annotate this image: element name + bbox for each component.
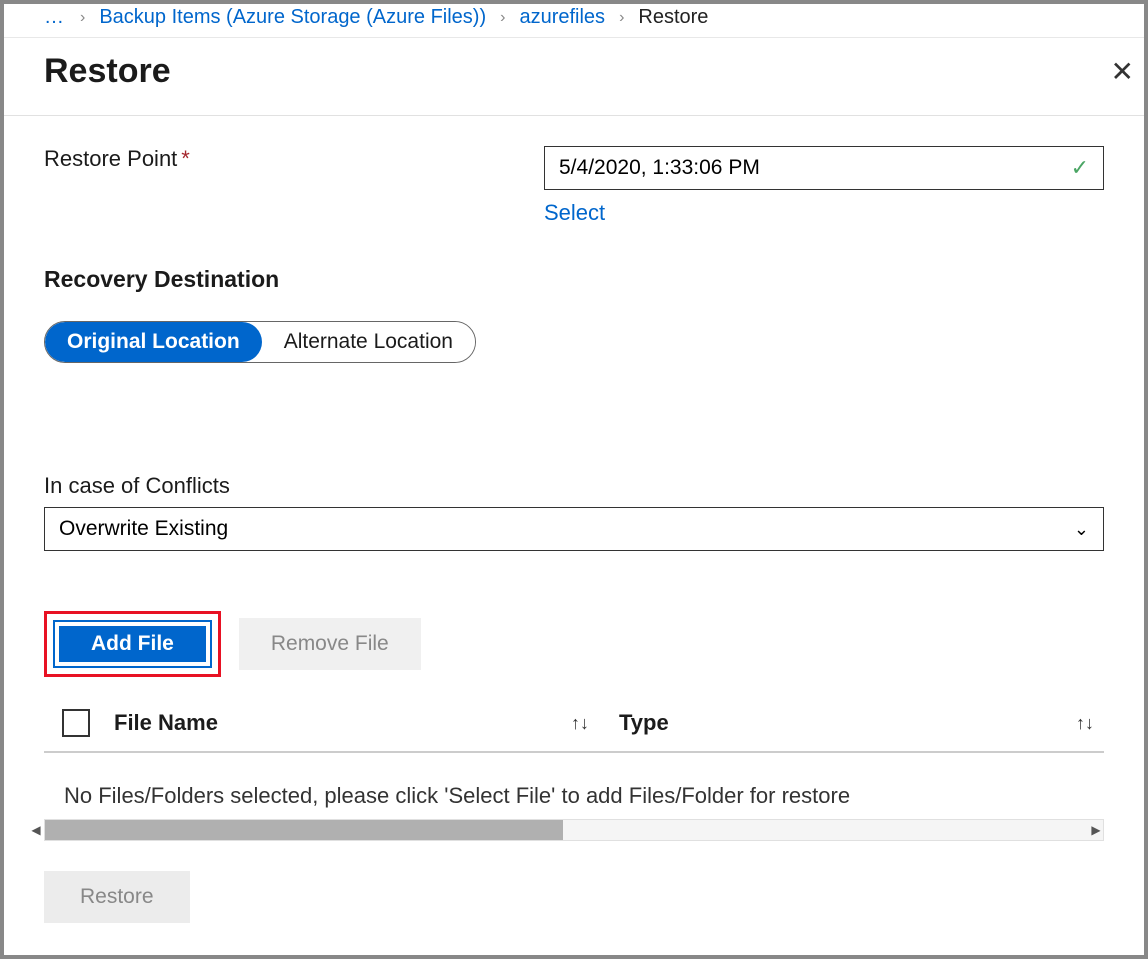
- chevron-right-icon: ›: [500, 9, 505, 27]
- sort-icon[interactable]: ↑↓: [1076, 713, 1094, 734]
- filename-column-header[interactable]: File Name: [114, 710, 218, 736]
- conflicts-dropdown[interactable]: Overwrite Existing ⌄: [44, 507, 1104, 551]
- restore-point-input[interactable]: 5/4/2020, 1:33:06 PM ✓: [544, 146, 1104, 190]
- add-file-highlight: Add File: [44, 611, 221, 677]
- recovery-location-toggle: Original Location Alternate Location: [44, 321, 476, 363]
- remove-file-button: Remove File: [239, 618, 421, 670]
- page-header: Restore ✕: [4, 38, 1144, 116]
- breadcrumb-backup-items[interactable]: Backup Items (Azure Storage (Azure Files…: [99, 6, 486, 29]
- type-column-header[interactable]: Type: [619, 710, 669, 736]
- recovery-destination-label: Recovery Destination: [44, 266, 1104, 293]
- breadcrumb-azurefiles[interactable]: azurefiles: [519, 6, 605, 29]
- chevron-down-icon: ⌄: [1074, 519, 1089, 540]
- empty-files-message: No Files/Folders selected, please click …: [44, 753, 1104, 819]
- file-table-header: File Name ↑↓ Type ↑↓: [44, 695, 1104, 753]
- sort-icon[interactable]: ↑↓: [571, 713, 589, 734]
- original-location-option[interactable]: Original Location: [45, 322, 262, 362]
- close-icon[interactable]: ✕: [1111, 55, 1134, 88]
- alternate-location-option[interactable]: Alternate Location: [262, 322, 475, 362]
- restore-button: Restore: [44, 871, 190, 923]
- check-icon: ✓: [1071, 155, 1089, 181]
- breadcrumb-current: Restore: [638, 6, 708, 29]
- scroll-right-icon[interactable]: ▶: [1087, 820, 1105, 840]
- restore-point-label: Restore Point*: [44, 146, 544, 172]
- chevron-right-icon: ›: [619, 9, 624, 27]
- page-title: Restore: [44, 52, 171, 91]
- select-all-checkbox[interactable]: [62, 709, 90, 737]
- restore-point-value: 5/4/2020, 1:33:06 PM: [559, 156, 760, 180]
- scrollbar-thumb[interactable]: [45, 820, 563, 840]
- scroll-left-icon[interactable]: ◀: [27, 820, 45, 840]
- add-file-button[interactable]: Add File: [55, 622, 210, 666]
- conflicts-label: In case of Conflicts: [44, 473, 1104, 499]
- chevron-right-icon: ›: [80, 9, 85, 27]
- horizontal-scrollbar[interactable]: ◀ ▶: [44, 819, 1104, 841]
- conflicts-selected-value: Overwrite Existing: [59, 517, 228, 541]
- select-restore-point-link[interactable]: Select: [544, 200, 605, 226]
- breadcrumb-ellipsis[interactable]: …: [44, 6, 66, 29]
- breadcrumb: … › Backup Items (Azure Storage (Azure F…: [4, 4, 1144, 38]
